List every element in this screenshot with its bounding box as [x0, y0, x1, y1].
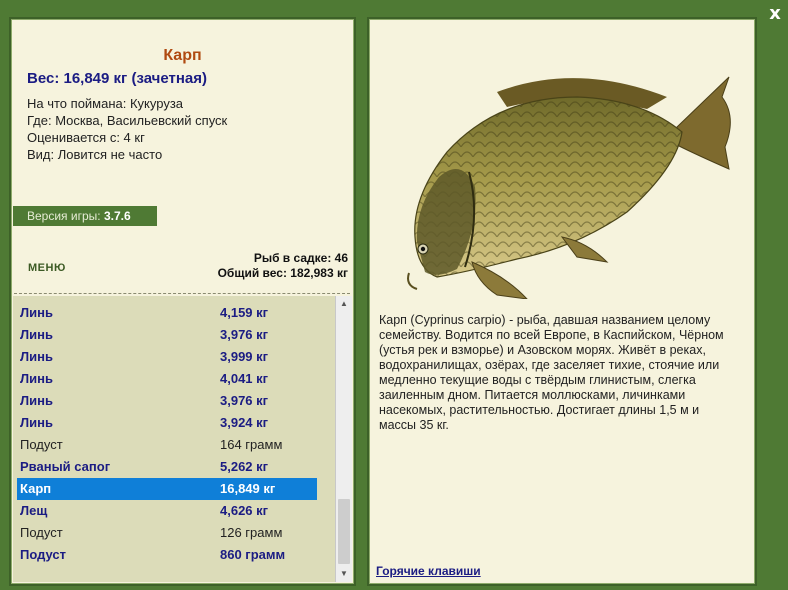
fish-name: Линь [20, 327, 53, 342]
fish-name: Рваный сапог [20, 459, 111, 474]
keepnet-stats: Рыб в садке: 46 Общий вес: 182,983 кг [218, 251, 348, 281]
fish-weight-cell: 4,041 кг [220, 371, 269, 386]
version-label: Версия игры: [27, 209, 101, 223]
fish-weight-cell: 4,626 кг [220, 503, 269, 518]
list-item[interactable]: Линь 3,976 кг [17, 390, 317, 412]
fish-name: Подуст [20, 547, 67, 562]
total-weight: Общий вес: 182,983 кг [217, 266, 348, 280]
rarity-info: Вид: Ловится не часто [27, 147, 163, 162]
list-item[interactable]: Рваный сапог 5,262 кг [17, 456, 317, 478]
fish-name: Лещ [20, 503, 48, 518]
fish-count: Рыб в садке: 46 [253, 251, 348, 265]
fish-info-panel: Карп Вес: 16,849 кг (зачетная) На что по… [9, 17, 356, 586]
catch-list[interactable]: Линь 4,159 кг Линь 3,976 кг Линь 3,999 кг Линь… [13, 296, 335, 582]
version-value: 3.7.6 [103, 209, 131, 223]
list-item[interactable]: Лещ 4,626 кг [17, 500, 317, 522]
scroll-up-icon[interactable]: ▲ [336, 296, 352, 312]
fish-name: Линь [20, 415, 53, 430]
list-item[interactable]: Подуст 164 грамм [17, 434, 317, 456]
min-weight-info: Оценивается с: 4 кг [27, 130, 145, 145]
close-icon[interactable]: x [764, 3, 786, 25]
scrollbar[interactable]: ▲ ▼ [335, 296, 352, 582]
scrollbar-thumb[interactable] [338, 499, 350, 564]
list-item[interactable]: Подуст 860 грамм [17, 544, 317, 566]
fish-name: Подуст [20, 437, 63, 452]
fish-name: Линь [20, 349, 53, 364]
fish-weight-cell: 4,159 кг [220, 305, 269, 320]
fish-weight-cell: 16,849 кг [220, 481, 276, 496]
fish-name: Карп [20, 481, 52, 496]
fish-title: Карп [163, 47, 202, 64]
fish-name: Линь [20, 393, 53, 408]
divider [14, 293, 350, 294]
hotkeys-link[interactable]: Горячие клавиши [376, 564, 481, 578]
list-item[interactable]: Линь 4,041 кг [17, 368, 317, 390]
fish-weight-cell: 164 грамм [220, 437, 283, 452]
fish-description-panel: Карп (Cyprinus carpio) - рыба, давшая на… [367, 17, 757, 586]
scroll-down-icon[interactable]: ▼ [336, 566, 352, 582]
fish-weight-cell: 3,999 кг [220, 349, 269, 364]
menu-button[interactable]: МЕНЮ [28, 262, 66, 274]
carp-image [407, 76, 731, 299]
fish-weight-cell: 3,976 кг [220, 327, 269, 342]
fish-weight-cell: 3,924 кг [220, 415, 269, 430]
list-item-selected[interactable]: Карп 16,849 кг [17, 478, 317, 500]
location-info: Где: Москва, Васильевский спуск [27, 113, 228, 128]
fish-weight-cell: 860 грамм [220, 547, 286, 562]
list-item[interactable]: Линь 3,999 кг [17, 346, 317, 368]
list-item[interactable]: Подуст 126 грамм [17, 522, 317, 544]
fish-name: Линь [20, 371, 53, 386]
list-item[interactable]: Линь 4,159 кг [17, 302, 317, 324]
bait-info: На что поймана: Кукуруза [27, 96, 184, 111]
fish-info: На что поймана: Кукуруза Где: Москва, Ва… [27, 95, 227, 163]
fish-weight-cell: 3,976 кг [220, 393, 269, 408]
version-bar: Версия игры: 3.7.6 [13, 206, 157, 226]
fish-description: Карп (Cyprinus carpio) - рыба, давшая на… [379, 313, 724, 432]
fish-weight-cell: 5,262 кг [220, 459, 269, 474]
fish-name: Линь [20, 305, 53, 320]
fish-weight: Вес: 16,849 кг (зачетная) [27, 70, 208, 87]
fish-name: Подуст [20, 525, 63, 540]
fish-weight-cell: 126 грамм [220, 525, 283, 540]
list-item[interactable]: Линь 3,976 кг [17, 324, 317, 346]
list-item[interactable]: Линь 3,924 кг [17, 412, 317, 434]
